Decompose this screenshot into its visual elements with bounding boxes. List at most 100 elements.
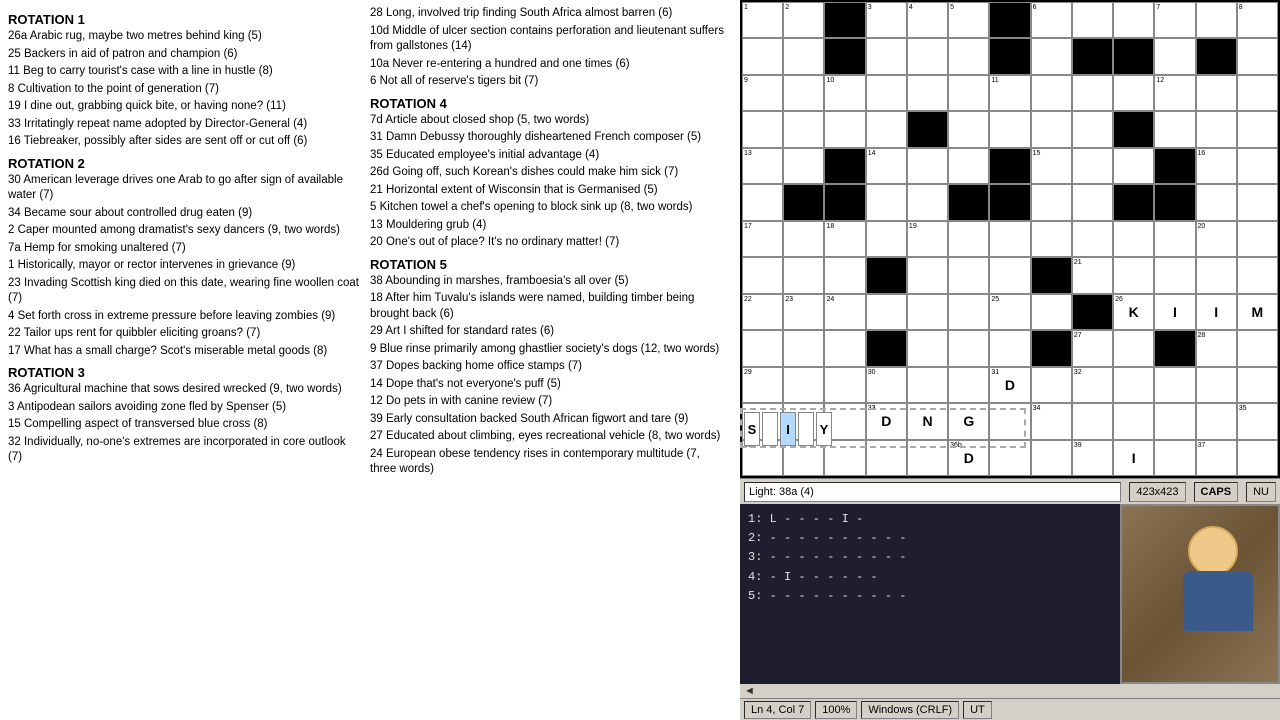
clue-item[interactable]: 11 Beg to carry tourist's case with a li… — [8, 64, 362, 80]
cell-10-9[interactable] — [1113, 367, 1154, 403]
cell-11-6[interactable] — [989, 403, 1030, 439]
cell-10-12[interactable] — [1237, 367, 1278, 403]
cell-7-2[interactable] — [824, 257, 865, 293]
cell-1-1[interactable] — [783, 38, 824, 74]
cell-10-5[interactable] — [948, 367, 989, 403]
cell-2-5[interactable] — [948, 75, 989, 111]
cell-6-3[interactable] — [866, 221, 907, 257]
cell-7-10[interactable] — [1154, 257, 1195, 293]
cell-11-11[interactable] — [1196, 403, 1237, 439]
clue-item[interactable]: 15 Compelling aspect of transversed blue… — [8, 417, 362, 433]
clue-item[interactable]: 19 I dine out, grabbing quick bite, or h… — [8, 99, 362, 115]
cell-7-5[interactable] — [948, 257, 989, 293]
cell-0-11[interactable] — [1196, 2, 1237, 38]
cell-12-9[interactable]: I — [1113, 440, 1154, 476]
clue-item[interactable]: 32 Individually, no-one's extremes are i… — [8, 435, 362, 466]
cell-12-5[interactable]: 36bD — [948, 440, 989, 476]
cell-2-7[interactable] — [1031, 75, 1072, 111]
cell-0-4[interactable]: 4 — [907, 2, 948, 38]
cell-0-12[interactable]: 8 — [1237, 2, 1278, 38]
cell-7-9[interactable] — [1113, 257, 1154, 293]
scroll-arrow[interactable]: ◄ — [744, 685, 755, 697]
cell-5-1[interactable] — [783, 184, 824, 220]
cell-11-12[interactable]: 35 — [1237, 403, 1278, 439]
cell-3-4[interactable] — [907, 111, 948, 147]
cell-10-10[interactable] — [1154, 367, 1195, 403]
clue-item[interactable]: 28 Long, involved trip finding South Afr… — [370, 6, 724, 22]
cell-3-10[interactable] — [1154, 111, 1195, 147]
cell-4-1[interactable] — [783, 148, 824, 184]
clue-item[interactable]: 6 Not all of reserve's tigers bit (7) — [370, 74, 724, 90]
cell-1-6[interactable] — [989, 38, 1030, 74]
clue-item[interactable]: 12 Do pets in with canine review (7) — [370, 394, 724, 410]
cell-0-8[interactable] — [1072, 2, 1113, 38]
cell-10-4[interactable] — [907, 367, 948, 403]
cell-6-9[interactable] — [1113, 221, 1154, 257]
cell-7-7[interactable] — [1031, 257, 1072, 293]
cell-9-6[interactable] — [989, 330, 1030, 366]
cell-8-10[interactable]: I — [1154, 294, 1195, 330]
cell-3-3[interactable] — [866, 111, 907, 147]
cell-2-1[interactable] — [783, 75, 824, 111]
cell-1-10[interactable] — [1154, 38, 1195, 74]
cell-0-2[interactable] — [824, 2, 865, 38]
scroll-bar[interactable]: ◄ — [740, 684, 1280, 698]
cell-1-5[interactable] — [948, 38, 989, 74]
cell-11-7[interactable]: 34 — [1031, 403, 1072, 439]
cell-5-5[interactable] — [948, 184, 989, 220]
clue-item[interactable]: 34 Became sour about controlled drug eat… — [8, 206, 362, 222]
clue-item[interactable]: 14 Dope that's not everyone's puff (5) — [370, 377, 724, 393]
cell-0-10[interactable]: 7 — [1154, 2, 1195, 38]
cell-12-1[interactable] — [783, 440, 824, 476]
cell-10-8[interactable]: 32 — [1072, 367, 1113, 403]
cell-2-6[interactable]: 11 — [989, 75, 1030, 111]
clue-item[interactable]: 13 Mouldering grub (4) — [370, 218, 724, 234]
clue-item[interactable]: 2 Caper mounted among dramatist's sexy d… — [8, 223, 362, 239]
cell-9-1[interactable] — [783, 330, 824, 366]
cell-6-7[interactable] — [1031, 221, 1072, 257]
crossword-grid-area[interactable]: 1234567891011121314151617181920212223242… — [740, 0, 1280, 478]
cell-8-6[interactable]: 25 — [989, 294, 1030, 330]
cell-4-6[interactable] — [989, 148, 1030, 184]
cell-6-0[interactable]: 17 — [742, 221, 783, 257]
cell-9-12[interactable] — [1237, 330, 1278, 366]
cell-12-0[interactable]: 36 — [742, 440, 783, 476]
cell-8-4[interactable] — [907, 294, 948, 330]
cell-3-9[interactable] — [1113, 111, 1154, 147]
cell-9-10[interactable] — [1154, 330, 1195, 366]
cell-4-4[interactable] — [907, 148, 948, 184]
cell-8-3[interactable] — [866, 294, 907, 330]
cell-3-1[interactable] — [783, 111, 824, 147]
cell-3-6[interactable] — [989, 111, 1030, 147]
cell-11-8[interactable] — [1072, 403, 1113, 439]
cell-9-5[interactable] — [948, 330, 989, 366]
cell-1-2[interactable] — [824, 38, 865, 74]
cell-11-0[interactable] — [742, 403, 783, 439]
cell-2-3[interactable] — [866, 75, 907, 111]
cell-12-7[interactable] — [1031, 440, 1072, 476]
cell-4-8[interactable] — [1072, 148, 1113, 184]
clue-item[interactable]: 20 One's out of place? It's no ordinary … — [370, 235, 724, 251]
cell-1-9[interactable] — [1113, 38, 1154, 74]
cell-6-10[interactable] — [1154, 221, 1195, 257]
cell-6-2[interactable]: 18 — [824, 221, 865, 257]
cell-2-0[interactable]: 9 — [742, 75, 783, 111]
cell-1-7[interactable] — [1031, 38, 1072, 74]
cell-12-11[interactable]: 37 — [1196, 440, 1237, 476]
cell-3-8[interactable] — [1072, 111, 1113, 147]
clue-item[interactable]: 24 European obese tendency rises in cont… — [370, 447, 724, 478]
cell-3-12[interactable] — [1237, 111, 1278, 147]
clue-item[interactable]: 10d Middle of ulcer section contains per… — [370, 24, 724, 55]
clue-item[interactable]: 36 Agricultural machine that sows desire… — [8, 382, 362, 398]
cell-1-4[interactable] — [907, 38, 948, 74]
cell-5-6[interactable] — [989, 184, 1030, 220]
cell-2-12[interactable] — [1237, 75, 1278, 111]
cell-6-6[interactable] — [989, 221, 1030, 257]
cell-12-3[interactable] — [866, 440, 907, 476]
cell-10-6[interactable]: 31D — [989, 367, 1030, 403]
clue-item[interactable]: 26d Going off, such Korean's dishes coul… — [370, 165, 724, 181]
clue-item[interactable]: 29 Art I shifted for standard rates (6) — [370, 324, 724, 340]
cell-11-3[interactable]: 33D — [866, 403, 907, 439]
cell-1-11[interactable] — [1196, 38, 1237, 74]
cell-9-11[interactable]: 28 — [1196, 330, 1237, 366]
